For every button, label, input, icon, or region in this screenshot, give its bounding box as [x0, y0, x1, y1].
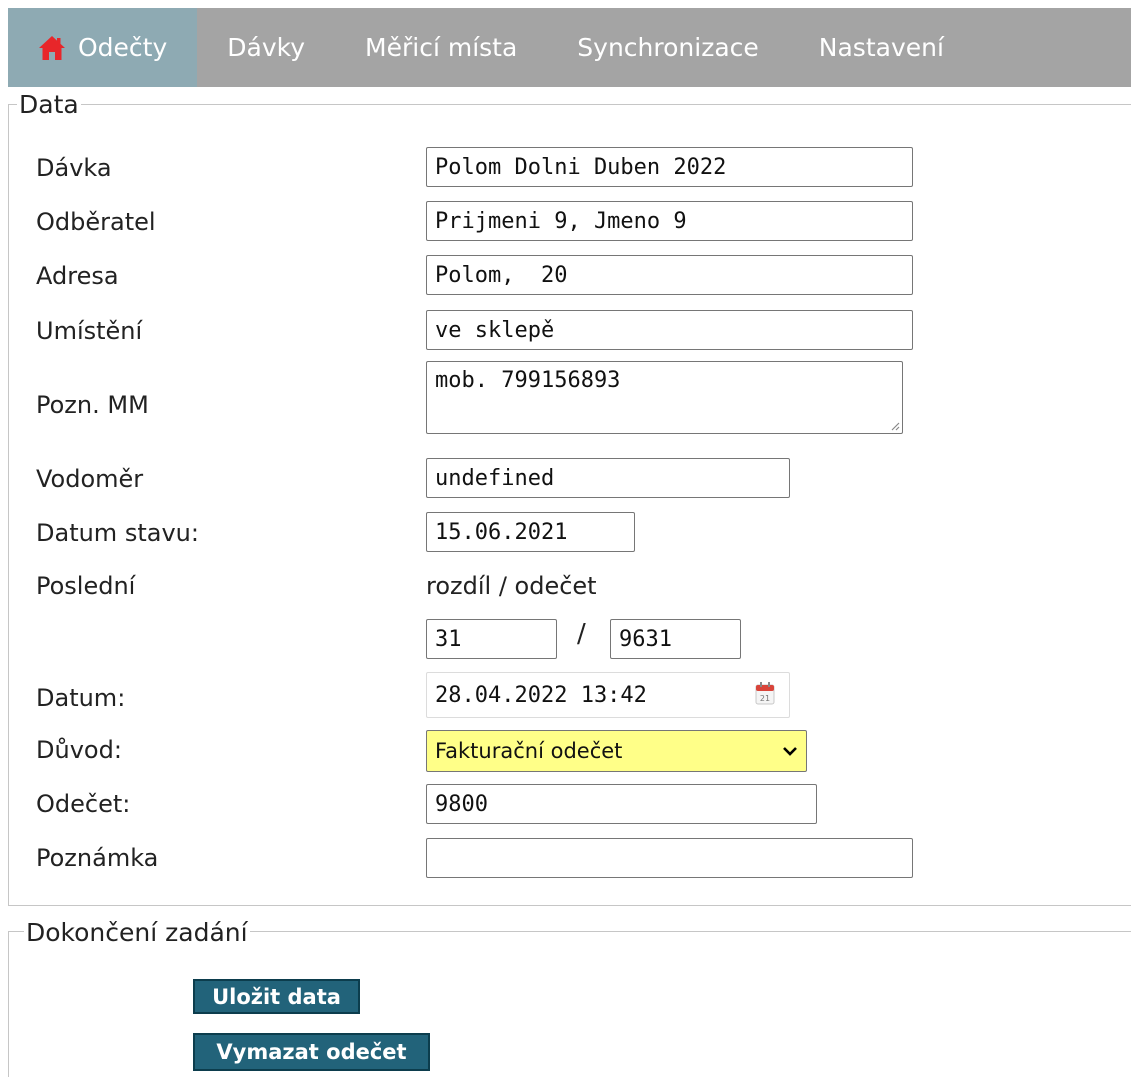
adresa-field[interactable]: Polom, 20 [426, 255, 913, 295]
chevron-down-icon [783, 747, 797, 756]
nav-item-davky[interactable]: Dávky [197, 8, 335, 87]
finish-fieldset [8, 931, 1131, 1077]
duvod-label: Důvod: [36, 736, 122, 764]
home-icon [39, 35, 65, 60]
posledni-label: Poslední [36, 572, 136, 600]
finish-legend: Dokončení zadání [24, 918, 250, 947]
posledni-odecet-field[interactable]: 9631 [610, 619, 741, 659]
duvod-value: Fakturační odečet [435, 739, 623, 763]
rozdil-odecet-label: rozdíl / odečet [426, 572, 597, 600]
datum-picker[interactable]: 28.04.2022 13:42 21 [426, 672, 790, 718]
odecet-field[interactable]: 9800 [426, 784, 817, 824]
save-button[interactable]: Uložit data [193, 979, 360, 1014]
separator-slash: / [577, 619, 586, 649]
calendar-icon[interactable]: 21 [755, 681, 775, 705]
nav-item-label: Dávky [227, 33, 306, 62]
top-nav: Odečty Dávky Měřicí místa Synchronizace … [8, 8, 1131, 87]
nav-item-label: Nastavení [818, 33, 944, 62]
poznamka-label: Poznámka [36, 844, 159, 872]
resize-grip-icon[interactable] [890, 421, 900, 431]
rozdil-field[interactable]: 31 [426, 619, 557, 659]
datum-label: Datum: [36, 684, 126, 712]
datum-value: 28.04.2022 13:42 [435, 682, 647, 708]
pozn-mm-value: mob. 799156893 [435, 368, 621, 393]
davka-label: Dávka [36, 154, 112, 182]
vodomer-field[interactable]: undefined [426, 458, 790, 498]
datum-stavu-field[interactable]: 15.06.2021 [426, 512, 635, 552]
svg-text:21: 21 [760, 694, 770, 703]
nav-item-label: Odečty [78, 33, 168, 62]
data-legend: Data [17, 90, 81, 119]
odberatel-label: Odběratel [36, 208, 156, 236]
odecet-label: Odečet: [36, 790, 131, 818]
umisteni-label: Umístění [36, 317, 143, 345]
nav-item-synchronizace[interactable]: Synchronizace [547, 8, 788, 87]
nav-item-nastaveni[interactable]: Nastavení [789, 8, 974, 87]
datum-stavu-label: Datum stavu: [36, 519, 199, 547]
duvod-select[interactable]: Fakturační odečet [426, 730, 807, 772]
odberatel-field[interactable]: Prijmeni 9, Jmeno 9 [426, 201, 913, 241]
nav-item-label: Synchronizace [577, 33, 759, 62]
nav-item-merici-mista[interactable]: Měřicí místa [335, 8, 547, 87]
poznamka-field[interactable] [426, 838, 913, 878]
vodomer-label: Vodoměr [36, 465, 144, 493]
umisteni-field[interactable]: ve sklepě [426, 310, 913, 350]
adresa-label: Adresa [36, 262, 119, 290]
pozn-mm-textarea[interactable]: mob. 799156893 [426, 361, 903, 434]
davka-field[interactable]: Polom Dolni Duben 2022 [426, 147, 913, 187]
nav-item-odecty[interactable]: Odečty [8, 8, 198, 87]
pozn-mm-label: Pozn. MM [36, 391, 149, 419]
delete-reading-button[interactable]: Vymazat odečet [193, 1033, 430, 1071]
nav-item-label: Měřicí místa [365, 33, 518, 62]
